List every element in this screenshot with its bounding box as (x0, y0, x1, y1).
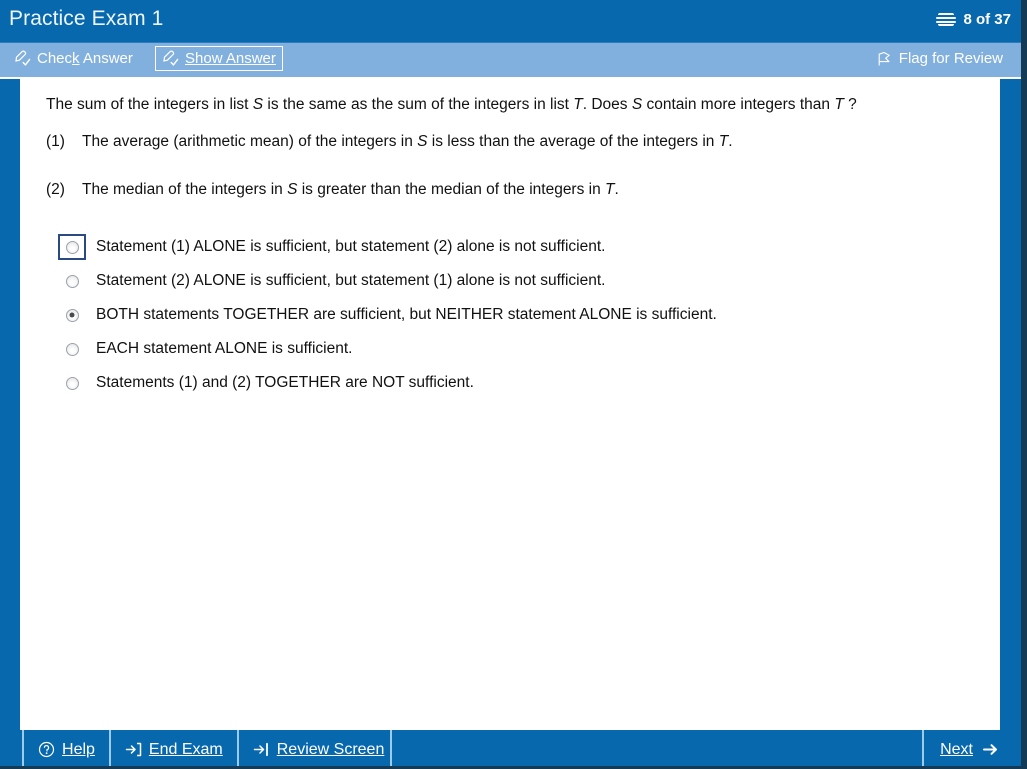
radio-icon (65, 342, 79, 356)
help-label: Help (62, 740, 95, 758)
statement-text: The median of the integers in S is great… (82, 180, 619, 200)
review-screen-button[interactable]: Review Screen (236, 730, 399, 769)
exit-arrow-icon (125, 742, 142, 757)
pencil-check-icon (163, 50, 179, 66)
question-stem: The sum of the integers in list S is the… (46, 95, 946, 115)
question-counter-label: 8 of 37 (963, 11, 1011, 28)
radio-icon-selected (65, 308, 79, 322)
answer-option-3[interactable]: BOTH statements TOGETHER are sufficient,… (58, 298, 978, 332)
flag-icon (878, 51, 890, 65)
radio-icon (65, 274, 79, 288)
arrow-to-bar-icon (253, 742, 268, 757)
arrow-right-icon (983, 744, 997, 755)
statement-1-run-1: S (417, 133, 428, 150)
question-circle-icon (38, 741, 55, 758)
footer-divider (390, 730, 392, 769)
question-counter: 8 of 37 (936, 11, 1011, 28)
radio-button-1[interactable] (58, 234, 86, 260)
stem-run-4: . Does (582, 96, 632, 113)
stem-run-1: S (252, 96, 264, 113)
toolbar: Check Answer Show Answer Flag for Review (0, 43, 1027, 79)
next-button[interactable]: Next (922, 730, 1013, 769)
flag-for-review-label: Flag for Review (898, 50, 1003, 67)
stack-icon (936, 12, 957, 27)
answer-option-2[interactable]: Statement (2) ALONE is sufficient, but s… (58, 264, 978, 298)
statement-1-run-3: T (718, 133, 729, 150)
flag-for-review-button[interactable]: Flag for Review (870, 46, 1009, 71)
statement-number: (2) (46, 181, 65, 198)
answer-option-label: BOTH statements TOGETHER are sufficient,… (96, 306, 717, 323)
answer-option-label: EACH statement ALONE is sufficient. (96, 340, 353, 357)
statement-1: (1) The average (arithmetic mean) of the … (46, 132, 946, 152)
end-exam-button[interactable]: End Exam (108, 730, 237, 769)
answer-option-label: Statement (2) ALONE is sufficient, but s… (96, 272, 606, 289)
exam-app-window: Practice Exam 1 8 of 37 Check Answer Sho… (0, 0, 1027, 769)
answer-option-label: Statement (1) ALONE is sufficient, but s… (96, 238, 606, 255)
radio-button-3[interactable] (58, 302, 86, 328)
pencil-check-icon (15, 50, 31, 66)
title-bar: Practice Exam 1 8 of 37 (0, 0, 1027, 43)
stem-run-6: contain more integers than (642, 96, 835, 113)
stem-run-7: T (834, 96, 844, 113)
radio-button-5[interactable] (58, 370, 86, 396)
show-answer-button[interactable]: Show Answer (155, 46, 283, 71)
help-button[interactable]: Help (22, 730, 109, 769)
statement-1-run-0: The average (arithmetic mean) of the int… (82, 133, 418, 150)
statements-list: (1) The average (arithmetic mean) of the … (46, 132, 946, 228)
page-title: Practice Exam 1 (9, 7, 164, 30)
radio-icon (65, 376, 79, 390)
stem-run-0: The sum of the integers in list (46, 96, 253, 113)
statement-2-run-0: The median of the integers in (82, 181, 288, 198)
question-content-area: The sum of the integers in list S is the… (20, 79, 1000, 730)
show-answer-label: Show Answer (185, 50, 276, 67)
next-label: Next (940, 740, 973, 758)
footer-left-buttons: Help End Exam Review Screen (22, 730, 398, 769)
answer-option-5[interactable]: Statements (1) and (2) TOGETHER are NOT … (58, 366, 978, 400)
radio-icon (65, 240, 79, 254)
radio-button-2[interactable] (58, 268, 86, 294)
answer-options-list: Statement (1) ALONE is sufficient, but s… (58, 230, 978, 400)
stem-run-2: is the same as the sum of the integers i… (263, 96, 574, 113)
footer-navigation-bar: Help End Exam Review Screen Next (0, 730, 1027, 769)
statement-1-run-4: . (728, 133, 733, 150)
statement-2: (2) The median of the integers in S is gr… (46, 180, 946, 200)
end-exam-label: End Exam (148, 740, 223, 758)
statement-2-run-4: . (614, 181, 619, 198)
stem-run-3: T (573, 96, 583, 113)
stem-run-8: ? (843, 96, 857, 113)
statement-2-run-1: S (287, 181, 298, 198)
answer-option-1[interactable]: Statement (1) ALONE is sufficient, but s… (58, 230, 978, 264)
check-answer-button[interactable]: Check Answer (8, 46, 139, 71)
statement-2-run-2: is greater than the median of the intege… (297, 181, 606, 198)
radio-button-4[interactable] (58, 336, 86, 362)
statement-1-run-2: is less than the average of the integers… (427, 133, 719, 150)
window-right-edge (1021, 0, 1027, 769)
answer-option-label: Statements (1) and (2) TOGETHER are NOT … (96, 374, 474, 391)
stem-run-5: S (631, 96, 643, 113)
content-frame: The sum of the integers in list S is the… (0, 79, 1027, 730)
statement-number: (1) (46, 133, 65, 150)
statement-2-run-3: T (605, 181, 615, 198)
review-screen-label: Review Screen (276, 740, 385, 758)
answer-option-4[interactable]: EACH statement ALONE is sufficient. (58, 332, 978, 366)
check-answer-label: Check Answer (37, 50, 133, 67)
statement-text: The average (arithmetic mean) of the int… (82, 132, 733, 152)
